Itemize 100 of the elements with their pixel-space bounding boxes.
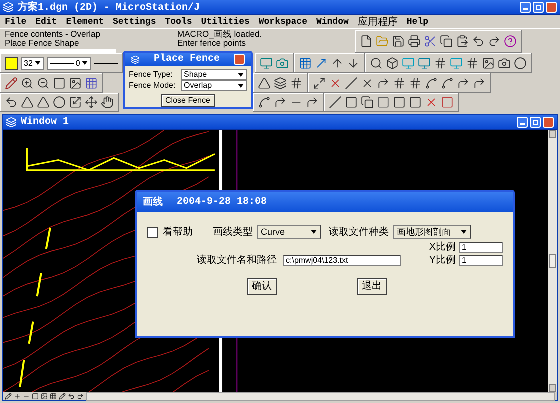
close-button[interactable]: [234, 54, 245, 65]
undo-icon[interactable]: [472, 35, 485, 48]
status-message: Place Fence Shape: [5, 39, 80, 48]
view-control-icon[interactable]: [5, 392, 12, 400]
polygon-icon[interactable]: [37, 96, 50, 109]
menu-item[interactable]: File: [5, 16, 27, 26]
zoom-in-icon[interactable]: [21, 76, 34, 90]
status-message: Enter fence points: [178, 39, 248, 48]
dialog-title: 画线: [143, 196, 163, 209]
menu-item[interactable]: Help: [406, 16, 428, 26]
vertical-scrollbar[interactable]: [548, 130, 557, 392]
menu-item[interactable]: Tools: [165, 16, 192, 26]
dialog-title: Place Fence: [154, 54, 220, 65]
status-message: MACRO_画线 loaded.: [178, 30, 264, 39]
field-label: 画线类型: [213, 226, 253, 239]
resize-icon[interactable]: [313, 76, 326, 90]
close-button[interactable]: [543, 116, 554, 128]
close-fence-button[interactable]: Close Fence: [160, 94, 216, 107]
path-field[interactable]: c:\pmwj04\123.txt: [283, 254, 402, 266]
menu-item[interactable]: Workspace: [258, 16, 308, 26]
minimize-button[interactable]: [517, 116, 528, 128]
fence-dropdown[interactable]: Shape: [181, 69, 247, 80]
level-dropdown[interactable]: 32: [21, 56, 44, 70]
paste-icon[interactable]: [456, 35, 469, 48]
field-label: Fence Mode:: [129, 81, 177, 90]
new-file-icon[interactable]: [360, 35, 373, 48]
curve-icon[interactable]: [441, 76, 454, 90]
dot-grid-icon[interactable]: [299, 56, 312, 70]
monitor-icon[interactable]: [260, 56, 274, 70]
maximize-button[interactable]: [530, 116, 541, 128]
down-arrow-icon[interactable]: [347, 56, 360, 70]
view-title: Window 1: [21, 116, 70, 128]
help-icon[interactable]: [504, 35, 517, 48]
diagonal-arrow-icon[interactable]: [315, 56, 328, 70]
save-icon[interactable]: [392, 35, 405, 48]
view-control-icon[interactable]: [50, 392, 57, 400]
menu-item[interactable]: Window: [316, 16, 349, 26]
grid-icon[interactable]: [85, 76, 98, 90]
up-arrow-icon[interactable]: [331, 56, 344, 70]
cube-icon[interactable]: [386, 56, 400, 70]
polygon-icon[interactable]: [21, 96, 34, 109]
hash-icon[interactable]: [434, 56, 448, 70]
stack-icon[interactable]: [274, 76, 287, 90]
line-icon[interactable]: [345, 76, 358, 90]
redo-icon[interactable]: [488, 35, 501, 48]
view-control-icon[interactable]: [59, 392, 66, 400]
maximize-button[interactable]: [533, 2, 544, 12]
branch-icon[interactable]: [377, 76, 390, 90]
menu-item[interactable]: Edit: [36, 16, 58, 26]
key-in-field[interactable]: [0, 49, 116, 53]
sphere-icon[interactable]: [514, 56, 528, 70]
view-control-icon[interactable]: [41, 392, 48, 400]
image-icon[interactable]: [482, 56, 496, 70]
hand-icon[interactable]: [101, 96, 114, 109]
circle-icon[interactable]: [53, 96, 66, 109]
delete-icon[interactable]: [425, 96, 438, 109]
x-scale-field[interactable]: 1: [459, 242, 503, 252]
curve-icon[interactable]: [425, 76, 438, 90]
line-type-dropdown[interactable]: Curve: [257, 225, 321, 239]
view-control-icon[interactable]: [77, 392, 84, 400]
zoom-out-icon[interactable]: [37, 76, 50, 90]
line-style-sample[interactable]: [94, 62, 118, 64]
fence-dropdown[interactable]: Overlap: [181, 80, 247, 91]
dialog-timestamp: 2004-9-28 18:08: [177, 196, 268, 208]
search-icon[interactable]: [370, 56, 384, 70]
fit-view-icon[interactable]: [69, 76, 82, 90]
checkbox-label: 看帮助: [163, 226, 193, 239]
copy-icon[interactable]: [440, 35, 453, 48]
window-title: 方案1.dgn (2D) - MicroStation/J: [18, 0, 200, 14]
help-checkbox[interactable]: [147, 226, 158, 238]
view-control-icon[interactable]: [68, 392, 75, 400]
move-icon[interactable]: [85, 96, 98, 109]
field-label: 读取文件名和路径: [197, 254, 277, 267]
hash-icon[interactable]: [393, 76, 406, 90]
camera-icon[interactable]: [498, 56, 512, 70]
color-swatch[interactable]: [5, 56, 18, 70]
y-scale-field[interactable]: 1: [459, 254, 503, 266]
cut-icon[interactable]: [424, 35, 437, 48]
confirm-button[interactable]: 确认: [247, 278, 277, 294]
exit-button[interactable]: 退出: [357, 278, 387, 294]
app-icon: [3, 2, 14, 12]
field-label: X比例: [429, 240, 456, 254]
minimize-button[interactable]: [520, 2, 531, 12]
print-icon[interactable]: [408, 35, 421, 48]
menu-item[interactable]: 应用程序: [358, 14, 398, 28]
menu-item[interactable]: Settings: [113, 16, 156, 26]
shape-icon[interactable]: [258, 76, 271, 90]
scale-icon[interactable]: [69, 96, 82, 109]
menu-item[interactable]: Utilities: [201, 16, 250, 26]
hash-icon[interactable]: [466, 56, 480, 70]
menu-item[interactable]: Element: [66, 16, 104, 26]
file-kind-dropdown[interactable]: 画地形图剖面: [393, 225, 471, 239]
weight-dropdown[interactable]: 0: [46, 56, 92, 70]
corner-icon[interactable]: [473, 76, 486, 90]
view-icon: [6, 116, 17, 128]
window-area-icon[interactable]: [53, 76, 66, 90]
corner-icon[interactable]: [457, 76, 470, 90]
close-button[interactable]: [546, 2, 557, 12]
copy-box-icon[interactable]: [361, 96, 374, 109]
dialog-icon: [131, 54, 140, 64]
